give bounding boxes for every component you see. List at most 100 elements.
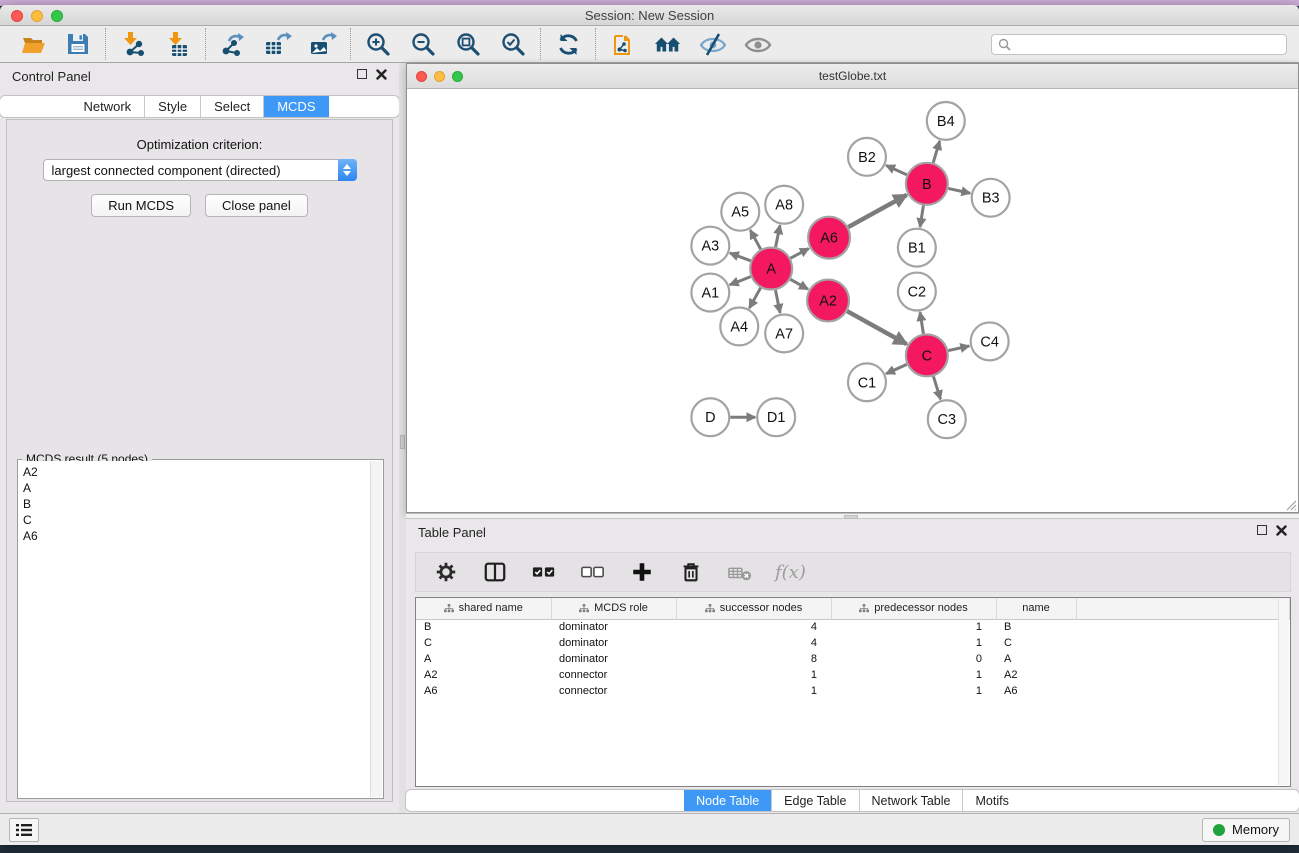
criterion-dropdown[interactable]: largest connected component (directed) xyxy=(43,159,357,181)
graph-edge-A2-C[interactable] xyxy=(847,311,907,344)
graph-edge-C-C2[interactable] xyxy=(920,312,923,334)
table-cell[interactable]: 4 xyxy=(676,619,831,635)
table-cell[interactable]: 0 xyxy=(831,651,996,667)
tab-edge-table[interactable]: Edge Table xyxy=(772,790,859,811)
table-cell[interactable]: A2 xyxy=(416,667,551,683)
graph-edge-A-A3[interactable] xyxy=(730,253,751,261)
table-row[interactable]: Cdominator41C xyxy=(416,635,1290,651)
close-panel-button[interactable]: Close panel xyxy=(205,194,308,217)
graph-edge-B-B4[interactable] xyxy=(933,141,939,163)
table-cell[interactable]: dominator xyxy=(551,619,676,635)
refresh-view-icon[interactable] xyxy=(554,30,582,58)
function-builder-icon[interactable]: f(x) xyxy=(775,562,806,583)
export-network-icon[interactable] xyxy=(219,30,247,58)
tab-node-table[interactable]: Node Table xyxy=(684,790,772,811)
column-header-name[interactable]: name xyxy=(996,598,1076,619)
table-settings-gear-icon[interactable] xyxy=(432,558,460,586)
table-cell[interactable]: A6 xyxy=(996,683,1076,699)
network-canvas-svg[interactable]: B4B2BB3A8A5A6B1A3AC2A1A2A4A7C4CC1C3DD1 xyxy=(407,90,1298,512)
network-close-button[interactable] xyxy=(416,71,427,82)
table-cell[interactable]: 1 xyxy=(831,667,996,683)
result-item[interactable]: A6 xyxy=(19,528,370,544)
table-cell[interactable]: 1 xyxy=(831,619,996,635)
table-cell[interactable]: B xyxy=(996,619,1076,635)
table-scrollbar[interactable] xyxy=(1278,599,1289,785)
tab-motifs[interactable]: Motifs xyxy=(963,790,1020,811)
table-cell[interactable]: 4 xyxy=(676,635,831,651)
table-cell[interactable]: C xyxy=(416,635,551,651)
minimize-window-button[interactable] xyxy=(31,10,43,22)
new-network-from-selection-icon[interactable] xyxy=(609,30,637,58)
table-cell[interactable]: A xyxy=(996,651,1076,667)
float-panel-icon[interactable] xyxy=(1257,525,1267,535)
task-history-button[interactable] xyxy=(9,818,39,842)
graph-edge-A-A8[interactable] xyxy=(776,225,780,247)
zoom-selected-icon[interactable] xyxy=(499,30,527,58)
column-header-predecessor-nodes[interactable]: predecessor nodes xyxy=(831,598,996,619)
close-window-button[interactable] xyxy=(11,10,23,22)
hide-selected-eye-icon[interactable] xyxy=(699,30,727,58)
open-file-icon[interactable] xyxy=(19,30,47,58)
table-cell[interactable]: 1 xyxy=(676,667,831,683)
network-canvas[interactable]: B4B2BB3A8A5A6B1A3AC2A1A2A4A7C4CC1C3DD1 xyxy=(407,90,1298,512)
graph-edge-A-A7[interactable] xyxy=(775,290,780,313)
table-cell[interactable]: C xyxy=(996,635,1076,651)
export-table-icon[interactable] xyxy=(264,30,292,58)
graph-edge-C-C1[interactable] xyxy=(886,364,907,373)
table-cell[interactable]: dominator xyxy=(551,651,676,667)
delete-rows-trash-icon[interactable] xyxy=(677,558,705,586)
graph-edge-A-A6[interactable] xyxy=(791,248,809,258)
graph-edge-B-B2[interactable] xyxy=(886,165,907,174)
result-list-scrollbar[interactable] xyxy=(370,461,382,797)
table-row[interactable]: Adominator80A xyxy=(416,651,1290,667)
vertical-splitter[interactable] xyxy=(399,63,406,813)
table-cell[interactable]: connector xyxy=(551,683,676,699)
tab-network-table[interactable]: Network Table xyxy=(860,790,964,811)
import-table-icon[interactable] xyxy=(164,30,192,58)
table-row[interactable]: A2connector11A2 xyxy=(416,667,1290,683)
zoom-out-icon[interactable] xyxy=(409,30,437,58)
export-image-icon[interactable] xyxy=(309,30,337,58)
close-panel-icon[interactable] xyxy=(1276,525,1287,536)
tab-select[interactable]: Select xyxy=(201,96,264,117)
save-session-icon[interactable] xyxy=(64,30,92,58)
network-zoom-button[interactable] xyxy=(452,71,463,82)
table-cell[interactable]: 1 xyxy=(676,683,831,699)
network-minimize-button[interactable] xyxy=(434,71,445,82)
result-item[interactable]: C xyxy=(19,512,370,528)
add-row-plus-icon[interactable] xyxy=(628,558,656,586)
table-cell[interactable]: A xyxy=(416,651,551,667)
deselect-all-rows-icon[interactable] xyxy=(579,558,607,586)
search-field[interactable] xyxy=(991,34,1287,55)
delete-table-icon[interactable] xyxy=(726,558,754,586)
graph-edge-B-B3[interactable] xyxy=(948,188,970,193)
result-item[interactable]: B xyxy=(19,496,370,512)
search-input[interactable] xyxy=(1015,37,1280,51)
table-row[interactable]: Bdominator41B xyxy=(416,619,1290,635)
memory-button[interactable]: Memory xyxy=(1202,818,1290,842)
graph-edge-A6-B[interactable] xyxy=(848,195,906,227)
float-panel-icon[interactable] xyxy=(357,69,367,79)
column-layout-icon[interactable] xyxy=(481,558,509,586)
close-panel-icon[interactable] xyxy=(376,69,387,80)
zoom-window-button[interactable] xyxy=(51,10,63,22)
column-header-successor-nodes[interactable]: successor nodes xyxy=(676,598,831,619)
window-resize-grip[interactable] xyxy=(1283,497,1297,511)
table-cell[interactable]: 1 xyxy=(831,635,996,651)
graph-edge-C-C4[interactable] xyxy=(948,346,969,351)
graph-edge-C-C3[interactable] xyxy=(933,376,940,399)
tab-style[interactable]: Style xyxy=(145,96,201,117)
table-cell[interactable]: 1 xyxy=(831,683,996,699)
table-cell[interactable]: dominator xyxy=(551,635,676,651)
zoom-in-icon[interactable] xyxy=(364,30,392,58)
splitter-grip[interactable] xyxy=(400,435,405,449)
first-neighbors-icon[interactable] xyxy=(654,30,682,58)
show-all-eye-icon[interactable] xyxy=(744,30,772,58)
tab-mcds[interactable]: MCDS xyxy=(264,96,328,117)
graph-edge-A-A5[interactable] xyxy=(750,230,760,249)
zoom-fit-icon[interactable] xyxy=(454,30,482,58)
mcds-result-list[interactable]: A2ABCA6 xyxy=(19,461,370,797)
column-header-shared-name[interactable]: shared name xyxy=(416,598,551,619)
table-cell[interactable]: 8 xyxy=(676,651,831,667)
tab-network[interactable]: Network xyxy=(70,96,145,117)
